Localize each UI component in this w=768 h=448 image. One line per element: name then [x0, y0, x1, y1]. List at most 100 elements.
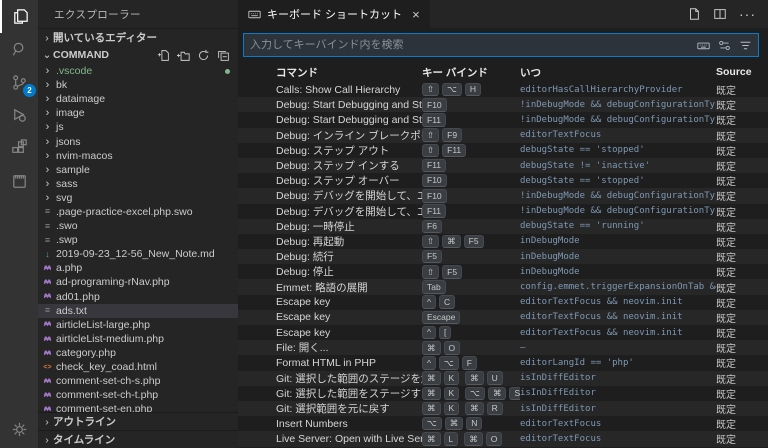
tree-item[interactable]: comment-set-ch-t.php	[38, 388, 238, 402]
tree-item[interactable]: ad-programing-rNav.php	[38, 275, 238, 289]
explorer-icon[interactable]	[0, 0, 38, 33]
tree-item[interactable]: ›image	[38, 106, 238, 120]
explorer-sidebar: エクスプローラー › 開いているエディター ⌄ COMMAND ›.vscode…	[38, 0, 238, 448]
open-editors-section[interactable]: › 開いているエディター	[38, 28, 238, 46]
keybinding-row[interactable]: Debug: 続行F5inDebugMode既定	[238, 249, 768, 264]
row-command: Debug: デバッグを開始して、エント…	[276, 188, 422, 203]
keybinding-row[interactable]: Debug: 再起動⇧⌘F5inDebugMode既定	[238, 234, 768, 249]
tree-item[interactable]: ›sample	[38, 163, 238, 177]
keybinding-row[interactable]: Escape key^CeditorTextFocus && neovim.in…	[238, 295, 768, 310]
row-keys: ^[	[422, 326, 520, 340]
keybinding-row[interactable]: Debug: デバッグを開始して、エント…F11!inDebugMode && …	[238, 204, 768, 219]
tree-item[interactable]: category.php	[38, 346, 238, 360]
keybinding-row[interactable]: Live Server: Open with Live Server⌘L⌘Oed…	[238, 431, 768, 446]
open-keybindings-json-icon[interactable]	[687, 7, 701, 21]
tree-item[interactable]: ↓2019-09-23_12-56_New_Note.md	[38, 247, 238, 261]
tree-item[interactable]: ›bk	[38, 78, 238, 92]
tree-item[interactable]: ≡ads.txt	[38, 304, 238, 318]
row-keys: ⇧⌥H	[422, 83, 520, 97]
settings-gear-icon[interactable]	[0, 410, 38, 448]
keybinding-row[interactable]: Debug: デバッグを開始して、エント…F10!inDebugMode && …	[238, 188, 768, 203]
file-icon: ≡	[42, 222, 53, 231]
refresh-icon[interactable]	[197, 49, 210, 62]
timeline-section[interactable]: › タイムライン	[38, 430, 238, 448]
keybinding-row[interactable]: Debug: インライン ブレークポイント⇧F9editorTextFocus既…	[238, 128, 768, 143]
header-source[interactable]: Source	[716, 66, 768, 78]
row-source: 既定	[716, 431, 768, 446]
workspace-section-header[interactable]: ⌄ COMMAND	[38, 46, 238, 64]
tree-item[interactable]: ›js	[38, 120, 238, 134]
tree-item[interactable]: ›.vscode	[38, 64, 238, 78]
key-chip: Tab	[422, 280, 446, 294]
tree-item[interactable]: comment-set-en.php	[38, 402, 238, 412]
keybinding-row[interactable]: Calls: Show Call Hierarchy⇧⌥HeditorHasCa…	[238, 82, 768, 97]
keybinding-row[interactable]: Debug: ステップ オーバーF10debugState == 'stoppe…	[238, 173, 768, 188]
key-chip: ⌘	[422, 432, 441, 446]
key-chip: F11	[422, 113, 446, 127]
sort-precedence-icon[interactable]	[718, 39, 731, 52]
tree-item[interactable]: ≡.swo	[38, 219, 238, 233]
tab-keyboard-shortcuts[interactable]: キーボード ショートカット ×	[238, 0, 430, 28]
key-chip: F5	[464, 235, 484, 249]
search-input[interactable]	[250, 39, 697, 51]
more-actions-icon[interactable]: ···	[739, 6, 756, 22]
keybinding-row[interactable]: Emmet: 略語の展開Tabconfig.emmet.triggerExpan…	[238, 279, 768, 294]
clear-filter-icon[interactable]	[739, 39, 752, 52]
extensions-icon[interactable]	[0, 132, 38, 165]
row-command: Insert Numbers	[276, 418, 422, 430]
keybinding-row[interactable]: Format HTML in PHP^⌥FeditorLangId == 'ph…	[238, 355, 768, 370]
keybinding-row[interactable]: File: 開く...⌘O—既定	[238, 340, 768, 355]
keybinding-row[interactable]: Debug: 一時停止F6debugState == 'running'既定	[238, 219, 768, 234]
key-chip: ⌘	[422, 402, 441, 416]
close-icon[interactable]: ×	[412, 7, 420, 22]
tree-item[interactable]: ›sass	[38, 177, 238, 191]
source-control-icon[interactable]: 2	[0, 66, 38, 99]
tree-item[interactable]: comment-set-ch-s.php	[38, 374, 238, 388]
record-keys-icon[interactable]	[697, 39, 710, 52]
run-debug-icon[interactable]	[0, 99, 38, 132]
search-icon[interactable]	[0, 33, 38, 66]
php-file-icon	[42, 390, 53, 401]
tree-item[interactable]: ›dataimage	[38, 92, 238, 106]
row-when: debugState == 'running'	[520, 221, 716, 231]
tree-item[interactable]: ≡.swp	[38, 233, 238, 247]
notebook-extension-icon[interactable]	[0, 165, 38, 198]
tree-item[interactable]: ad01.php	[38, 290, 238, 304]
keybinding-row[interactable]: Escape key^[editorTextFocus && neovim.in…	[238, 325, 768, 340]
tree-item[interactable]: ≡.page-practice-excel.php.swo	[38, 205, 238, 219]
new-folder-icon[interactable]	[177, 49, 190, 62]
tree-item[interactable]: ›nvim-macos	[38, 149, 238, 163]
keybinding-row[interactable]: Escape keyEscapeeditorTextFocus && neovi…	[238, 310, 768, 325]
tree-item[interactable]: ›svg	[38, 191, 238, 205]
outline-section[interactable]: › アウトライン	[38, 412, 238, 430]
keybinding-row[interactable]: Git: 選択範囲を元に戻す⌘K⌘RisInDiffEditor既定	[238, 401, 768, 416]
tree-item[interactable]: airticleList-large.php	[38, 318, 238, 332]
tree-item[interactable]: <>check_key_coad.html	[38, 360, 238, 374]
keybinding-row[interactable]: Debug: Start Debugging and Stop o…F10!in…	[238, 97, 768, 112]
row-when: editorTextFocus && neovim.init	[520, 312, 716, 322]
key-chip: ^	[422, 356, 436, 370]
keybinding-row[interactable]: Debug: ステップ インするF11debugState != 'inacti…	[238, 158, 768, 173]
row-source: 既定	[716, 219, 768, 234]
keybinding-row[interactable]: Insert Numbers⌥⌘NeditorTextFocus既定	[238, 416, 768, 431]
row-command: Live Server: Open with Live Server	[276, 433, 422, 445]
row-source: 既定	[716, 401, 768, 416]
header-keybinding[interactable]: キー バインド	[422, 65, 520, 80]
split-editor-icon[interactable]	[713, 7, 727, 21]
row-when: inDebugMode	[520, 236, 716, 246]
keybinding-row[interactable]: Git: 選択した範囲をステージする⌘K⌥⌘SisInDiffEditor既定	[238, 386, 768, 401]
new-file-icon[interactable]	[157, 49, 170, 62]
collapse-all-icon[interactable]	[217, 49, 230, 62]
tree-item[interactable]: ›jsons	[38, 134, 238, 148]
key-chip: F6	[422, 220, 442, 234]
keybinding-row[interactable]: Debug: ステップ アウト⇧F11debugState == 'stoppe…	[238, 143, 768, 158]
tree-item[interactable]: airticleList-medium.php	[38, 332, 238, 346]
row-source: 既定	[716, 386, 768, 401]
header-when[interactable]: いつ	[520, 65, 716, 80]
key-chip: ⌘	[422, 387, 441, 401]
keybinding-row[interactable]: Debug: Start Debugging and Stop o…F11!in…	[238, 112, 768, 127]
keybinding-row[interactable]: Git: 選択した範囲のステージを解除⌘K⌘UisInDiffEditor既定	[238, 371, 768, 386]
header-command[interactable]: コマンド	[276, 65, 422, 80]
keybinding-row[interactable]: Debug: 停止⇧F5inDebugMode既定	[238, 264, 768, 279]
tree-item[interactable]: a.php	[38, 261, 238, 275]
